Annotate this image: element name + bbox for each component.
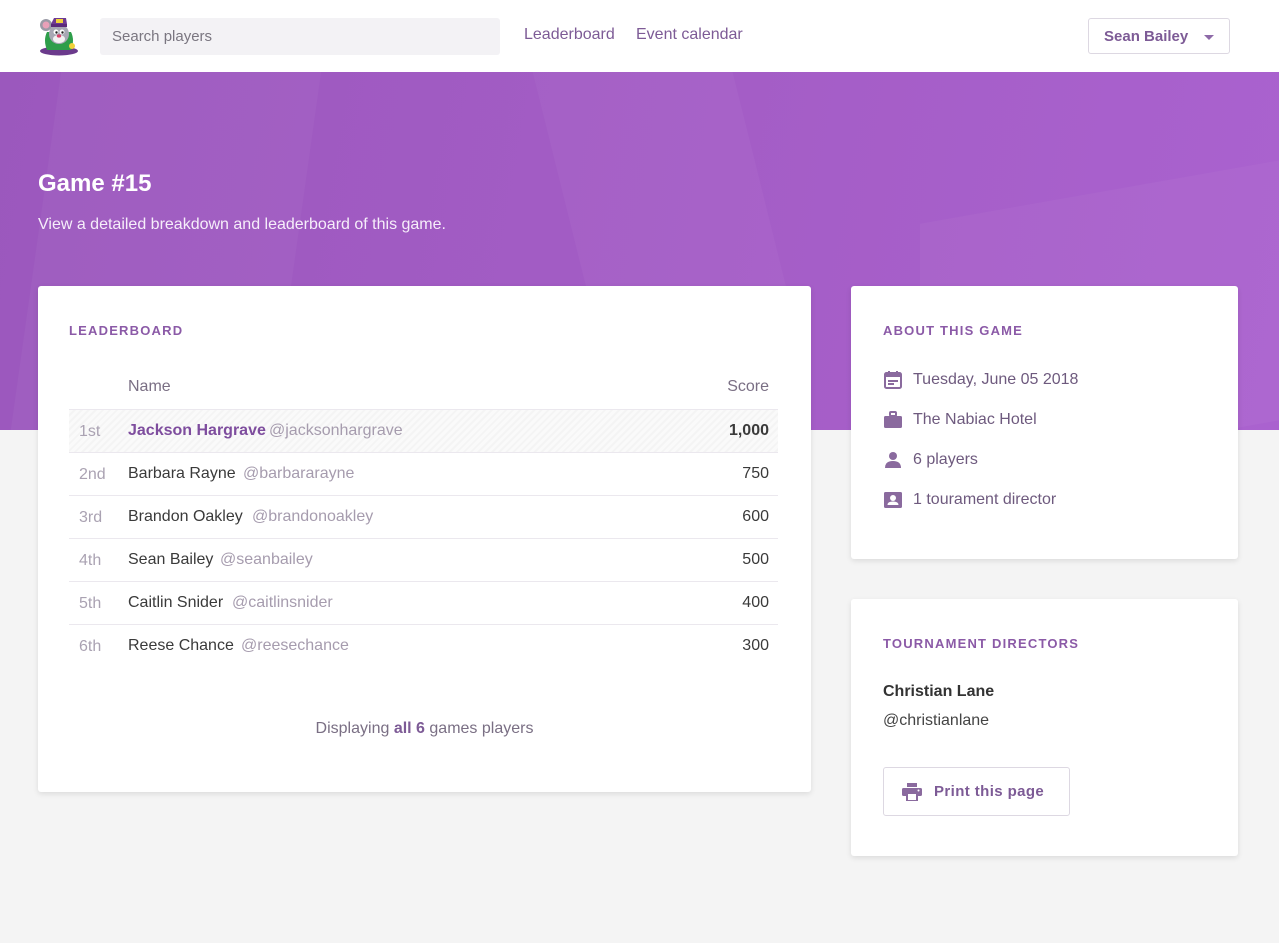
rank-cell: 5th (79, 595, 102, 612)
about-game-card: ABOUT THIS GAME Tuesday, June 05 2018 Th… (851, 286, 1238, 559)
player-handle[interactable]: @caitlinsnider (232, 594, 333, 612)
rank-cell: 1st (79, 423, 101, 440)
leaderboard-card: LEADERBOARD Name Score 1st Jackson Hargr… (38, 286, 811, 792)
director-handle[interactable]: @christianlane (883, 712, 989, 730)
rank-cell: 4th (79, 552, 102, 569)
game-venue[interactable]: The Nabiac Hotel (883, 410, 1037, 430)
user-name-label: Sean Bailey (1104, 27, 1189, 45)
game-date: Tuesday, June 05 2018 (883, 370, 1078, 390)
player-name[interactable]: Sean Bailey (128, 551, 213, 569)
nav-link-leaderboard[interactable]: Leaderboard (524, 26, 615, 44)
directors-title: TOURNAMENT DIRECTORS (883, 636, 1080, 651)
rank-cell: 6th (79, 638, 102, 655)
rank-cell: 3rd (79, 509, 103, 526)
score-cell: 600 (742, 508, 769, 525)
table-row[interactable]: 5th Caitlin Snider @caitlinsnider 400 (69, 581, 778, 624)
person-icon (885, 452, 901, 468)
leaderboard-footer: Displaying all 6 games players (38, 720, 811, 738)
game-venue-label: The Nabiac Hotel (913, 411, 1037, 428)
table-row[interactable]: 6th Reese Chance @reesechance 300 (69, 624, 778, 667)
player-handle[interactable]: @seanbailey (220, 551, 313, 569)
player-name[interactable]: Jackson Hargrave (128, 422, 266, 440)
page-subtitle: View a detailed breakdown and leaderboar… (38, 216, 446, 233)
column-header-score[interactable]: Score (727, 378, 769, 396)
page-title: Game #15 (38, 170, 152, 197)
score-cell: 300 (742, 637, 769, 654)
game-players-label: 6 players (913, 451, 978, 468)
player-name[interactable]: Reese Chance (128, 637, 234, 655)
about-title: ABOUT THIS GAME (883, 323, 1024, 338)
briefcase-icon (884, 411, 902, 428)
leaderboard-title: LEADERBOARD (69, 323, 184, 338)
calendar-icon (884, 371, 902, 389)
nav-link-event-calendar[interactable]: Event calendar (636, 26, 743, 44)
score-cell: 1,000 (728, 422, 769, 439)
score-cell: 400 (742, 594, 769, 611)
game-date-label: Tuesday, June 05 2018 (913, 371, 1079, 388)
user-menu-button[interactable]: Sean Bailey (1088, 18, 1230, 54)
player-name[interactable]: Barbara Rayne (128, 465, 236, 483)
footer-prefix: Displaying (315, 720, 390, 737)
game-players: 6 players (883, 450, 978, 470)
rank-cell: 2nd (79, 466, 106, 483)
player-handle[interactable]: @reesechance (241, 637, 349, 655)
player-handle[interactable]: @jacksonhargrave (269, 422, 403, 440)
player-name[interactable]: Brandon Oakley (128, 508, 243, 526)
footer-suffix: games players (429, 720, 534, 737)
table-row[interactable]: 2nd Barbara Rayne @barbararayne 750 (69, 452, 778, 495)
table-row[interactable]: 4th Sean Bailey @seanbailey 500 (69, 538, 778, 581)
chevron-down-icon (1204, 35, 1214, 40)
footer-count: all 6 (393, 720, 425, 737)
table-row[interactable]: 3rd Brandon Oakley @brandonoakley 600 (69, 495, 778, 538)
top-navigation-bar: Leaderboard Event calendar Sean Bailey (0, 0, 1279, 72)
player-name[interactable]: Caitlin Snider (128, 594, 223, 612)
tournament-directors-card: TOURNAMENT DIRECTORS Christian Lane @chr… (851, 599, 1238, 856)
score-cell: 500 (742, 551, 769, 568)
game-directors-count: 1 tourament director (883, 490, 1056, 510)
contact-card-icon (884, 492, 902, 508)
mascot-logo-icon[interactable] (37, 14, 81, 56)
table-row[interactable]: 1st Jackson Hargrave @jacksonhargrave 1,… (69, 409, 778, 452)
score-cell: 750 (742, 465, 769, 482)
director-name[interactable]: Christian Lane (883, 683, 994, 701)
print-button-label: Print this page (934, 783, 1045, 800)
game-directors-label: 1 tourament director (913, 491, 1057, 508)
player-handle[interactable]: @barbararayne (243, 465, 354, 483)
player-handle[interactable]: @brandonoakley (252, 508, 373, 526)
print-page-button[interactable]: Print this page (883, 767, 1070, 816)
printer-icon (902, 782, 922, 801)
column-header-name[interactable]: Name (128, 378, 171, 396)
search-input[interactable] (100, 18, 500, 55)
